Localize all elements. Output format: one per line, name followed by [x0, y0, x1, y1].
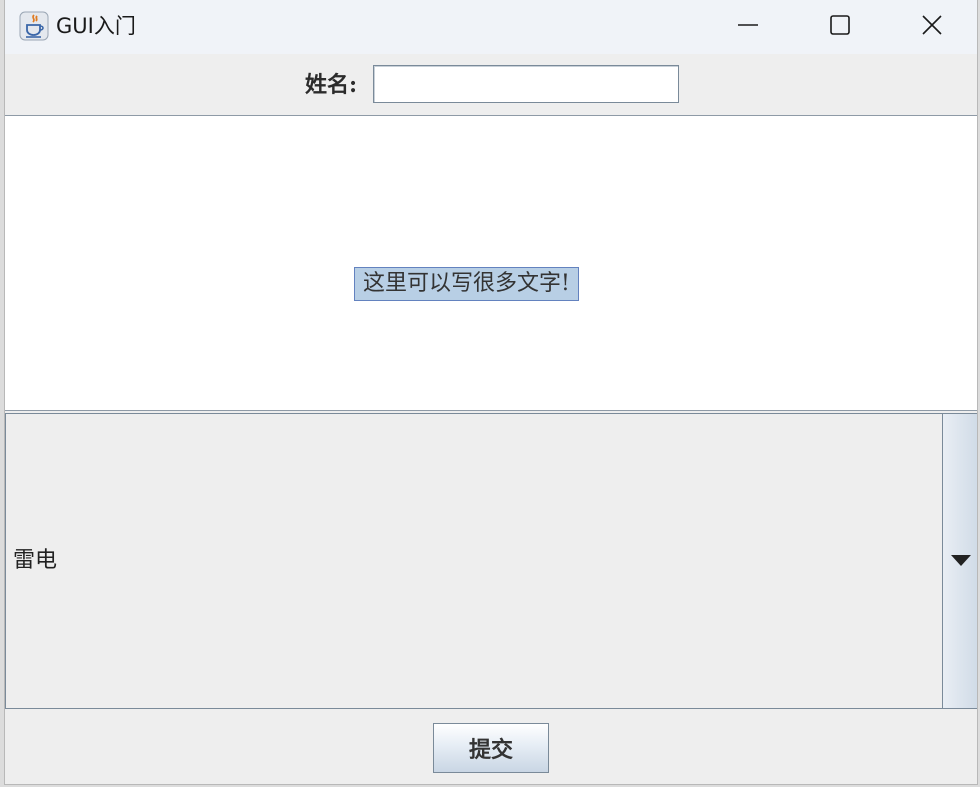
text-area-content: 这里可以写很多文字!	[354, 267, 579, 301]
java-coffee-cup-icon	[19, 11, 49, 41]
minimize-button[interactable]	[702, 0, 794, 54]
maximize-button[interactable]	[794, 0, 886, 54]
combo-box[interactable]: 雷电	[5, 413, 977, 709]
close-icon	[921, 14, 943, 40]
triangle-down-icon	[950, 552, 971, 571]
app-window: GUI入门 姓名: 这里可以写很多文字! 雷电 提交	[4, 0, 978, 785]
window-title: GUI入门	[56, 14, 136, 38]
name-label: 姓名:	[305, 72, 358, 98]
combo-arrow-button[interactable]	[942, 414, 977, 708]
combo-selected-value: 雷电	[13, 548, 58, 573]
maximize-icon	[829, 14, 851, 40]
text-area[interactable]: 这里可以写很多文字!	[5, 115, 977, 411]
minimize-icon	[737, 14, 759, 40]
title-bar[interactable]: GUI入门	[5, 0, 977, 54]
name-row: 姓名:	[5, 54, 977, 114]
name-input[interactable]	[373, 65, 679, 103]
submit-button[interactable]: 提交	[433, 723, 549, 773]
close-button[interactable]	[886, 0, 977, 54]
